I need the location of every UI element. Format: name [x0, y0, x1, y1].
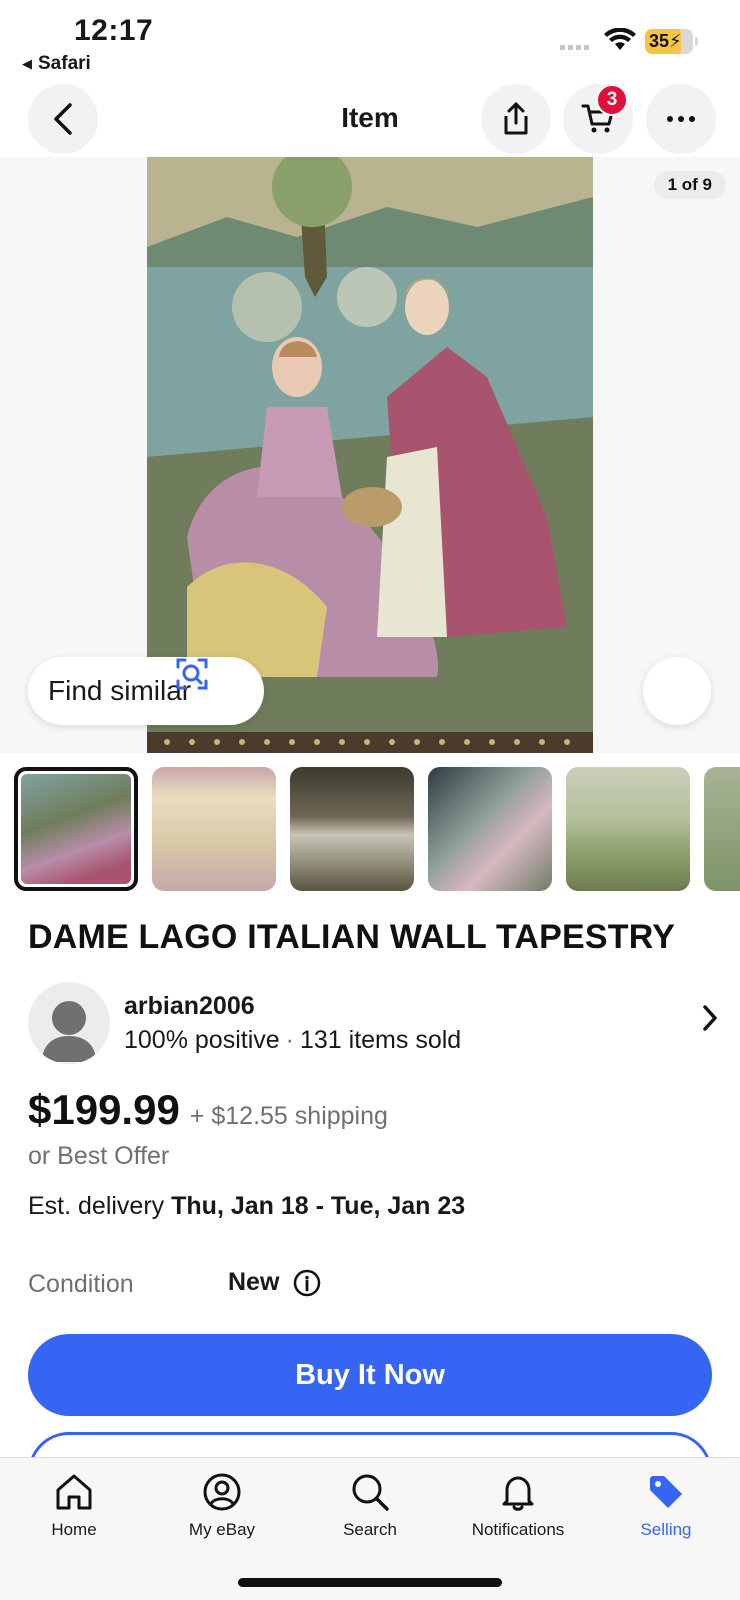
home-indicator — [238, 1578, 502, 1587]
estimated-delivery: Est. delivery Thu, Jan 18 - Tue, Jan 23 — [28, 1192, 465, 1221]
condition-label: Condition — [28, 1270, 134, 1298]
tab-notifications[interactable]: Notifications — [444, 1472, 592, 1540]
seller-items-sold: 131 items sold — [299, 1026, 462, 1054]
default-avatar-icon — [42, 1001, 96, 1062]
watch-button[interactable] — [643, 657, 711, 725]
visual-search-icon — [176, 658, 208, 690]
battery-icon: 35⚡ — [645, 29, 698, 54]
tab-label: My eBay — [188, 1520, 256, 1539]
search-icon — [352, 1474, 389, 1511]
seller-info-row[interactable]: arbian2006 100% positive · 131 items sold — [28, 982, 718, 1066]
tab-label: Search — [343, 1520, 397, 1539]
wifi-icon — [604, 28, 636, 50]
seller-feedback: 100% positive — [124, 1026, 280, 1054]
back-triangle-icon: ◀ — [22, 56, 32, 71]
seller-separator: · — [285, 1026, 294, 1054]
bell-icon — [502, 1476, 534, 1511]
find-similar-label: Find similar — [48, 675, 192, 706]
thumbnail[interactable] — [290, 767, 414, 891]
back-app-label: Safari — [38, 53, 91, 74]
tab-my-ebay[interactable]: My eBay — [148, 1472, 296, 1540]
chevron-right-icon — [703, 1005, 717, 1031]
charging-bolt-icon: ⚡ — [669, 31, 682, 51]
avatar — [28, 982, 110, 1064]
tab-label: Home — [51, 1520, 97, 1539]
image-counter: 1 of 9 — [653, 171, 726, 199]
battery-level: 35 — [649, 31, 670, 51]
item-price: $199.99 — [28, 1086, 180, 1133]
cellular-signal-icon — [560, 45, 589, 50]
find-similar-button[interactable]: Find similar — [28, 657, 264, 725]
buy-it-now-button[interactable]: Buy It Now — [28, 1334, 712, 1416]
condition-value: New — [228, 1268, 280, 1296]
thumbnail[interactable] — [428, 767, 552, 891]
delivery-label: Est. delivery — [28, 1192, 165, 1220]
status-time: 12:17 — [74, 14, 154, 47]
info-icon[interactable] — [293, 1269, 321, 1297]
share-button[interactable] — [481, 84, 551, 154]
tag-icon — [650, 1476, 682, 1508]
thumbnail[interactable] — [152, 767, 276, 891]
seller-name: arbian2006 — [124, 992, 255, 1020]
seller-stats: 100% positive · 131 items sold — [124, 1026, 461, 1055]
status-bar: 12:17 ◀ Safari 35⚡ — [0, 0, 740, 80]
tab-label: Selling — [640, 1520, 692, 1539]
condition-value-row: New — [228, 1268, 321, 1297]
share-icon — [504, 102, 528, 135]
tab-search[interactable]: Search — [296, 1472, 444, 1540]
item-header: Item — [0, 82, 740, 156]
back-to-app-link[interactable]: ◀ Safari — [22, 53, 91, 75]
cart-count-badge: 3 — [596, 84, 628, 116]
tab-label: Notifications — [471, 1520, 565, 1539]
more-icon — [667, 116, 695, 122]
profile-icon — [203, 1473, 241, 1511]
tab-home[interactable]: Home — [0, 1472, 148, 1540]
thumbnail[interactable] — [14, 767, 138, 891]
item-title: DAME LAGO ITALIAN WALL TAPESTRY — [28, 918, 676, 956]
thumbnail-strip[interactable] — [14, 767, 740, 893]
price-row: $199.99 + $12.55 shipping — [28, 1086, 388, 1134]
thumbnail[interactable] — [704, 767, 740, 891]
best-offer-text: or Best Offer — [28, 1142, 170, 1170]
more-button[interactable] — [646, 84, 716, 154]
tab-selling[interactable]: Selling — [592, 1472, 740, 1540]
home-icon — [56, 1474, 92, 1510]
shipping-cost: + $12.55 shipping — [189, 1102, 388, 1130]
image-gallery[interactable]: 1 of 9 Find similar — [0, 157, 740, 753]
delivery-dates: Thu, Jan 18 - Tue, Jan 23 — [171, 1192, 466, 1220]
thumbnail[interactable] — [566, 767, 690, 891]
